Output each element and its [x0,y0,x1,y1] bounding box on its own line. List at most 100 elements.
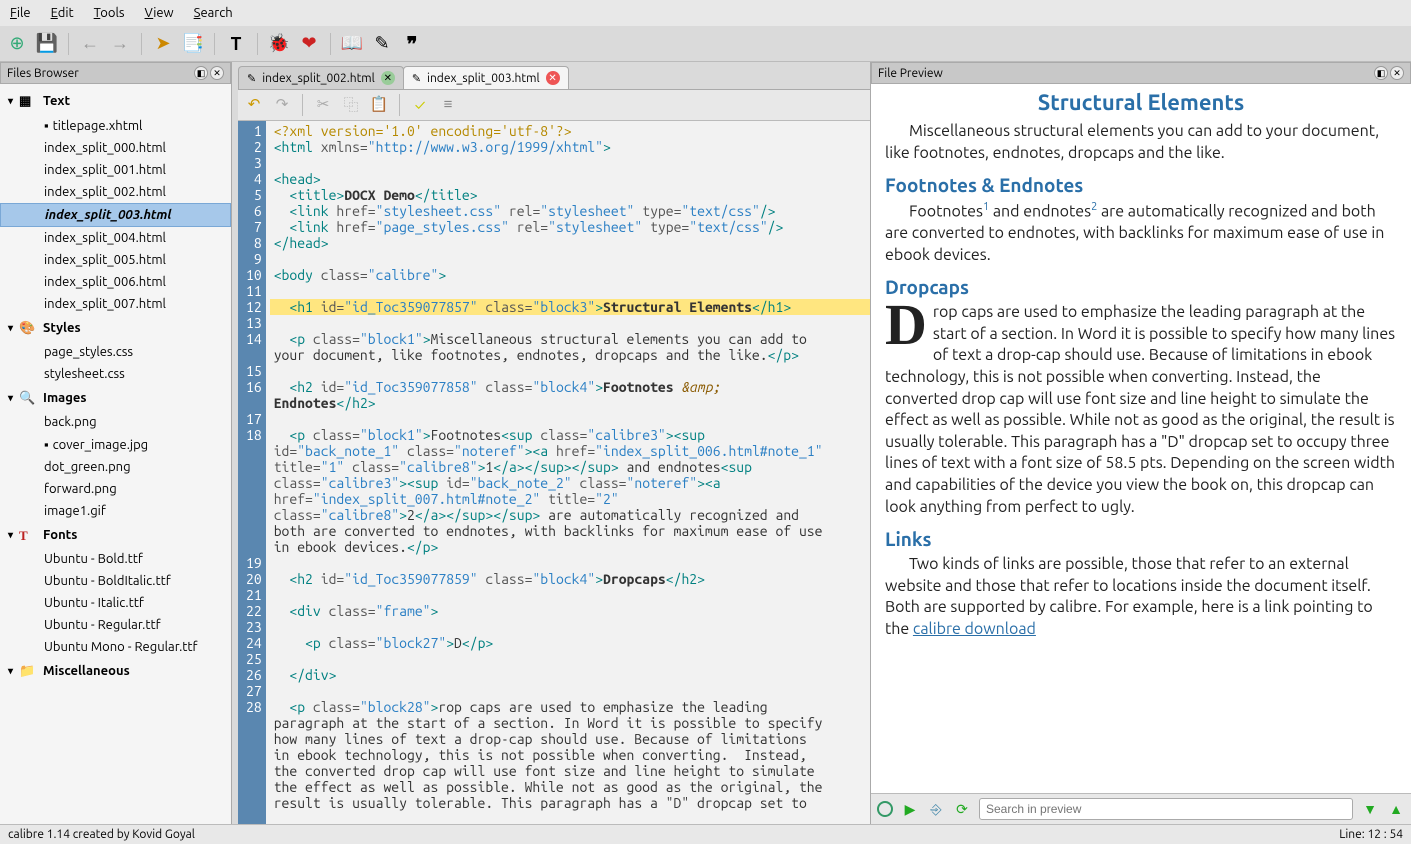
preview-viewport[interactable]: Structural Elements Miscellaneous struct… [871,84,1411,793]
file-label: back.png [44,415,97,429]
category-miscellaneous[interactable]: ▾📁Miscellaneous [0,658,231,684]
menu-file[interactable]: File [0,2,41,24]
file-label: cover_image.jpg [53,438,149,452]
tab-label: index_split_003.html [427,72,540,85]
preview-toolbar: ▶ ⎆ ⟳ ▼ ▲ [871,793,1411,824]
editor-tab[interactable]: ✎index_split_002.html✕ [238,66,404,89]
redo-icon[interactable]: ↷ [272,94,292,114]
category-images[interactable]: ▾🔍Images [0,385,231,411]
file-label: Ubuntu Mono - Regular.ttf [44,640,197,654]
menu-view[interactable]: View [135,2,184,24]
file-item[interactable]: index_split_006.html [0,271,231,293]
search-next-icon[interactable]: ▼ [1361,800,1379,818]
file-item[interactable]: index_split_004.html [0,227,231,249]
category-styles[interactable]: ▾🎨Styles [0,315,231,341]
cut-icon[interactable]: ✂ [313,94,333,114]
code-body[interactable]: <?xml version='1.0' encoding='utf-8'?><h… [266,121,870,824]
menu-search[interactable]: Search [184,2,243,24]
code-editor[interactable]: 1234567891011121314151617181920212223242… [238,121,870,824]
file-item[interactable]: stylesheet.css [0,363,231,385]
images-icon: 🔍 [19,391,37,405]
book-icon[interactable]: 📖 [341,33,363,55]
file-item[interactable]: dot_green.png [0,456,231,478]
panel-title-text: Files Browser [7,67,79,80]
forward-icon[interactable]: → [109,33,131,55]
save-icon[interactable]: 💾 [36,33,58,55]
editor-toolbar: ↶ ↷ ✂ ⿻ 📋 ✓ ≡ [238,90,870,121]
line-gutter: 1234567891011121314151617181920212223242… [238,121,266,824]
file-label: index_split_000.html [44,141,166,155]
close-panel-icon[interactable]: ✕ [1390,66,1404,80]
file-item[interactable]: back.png [0,411,231,433]
file-item[interactable]: index_split_007.html [0,293,231,315]
editor-tab[interactable]: ✎index_split_003.html✕ [403,66,569,89]
undock-icon[interactable]: ◧ [1374,66,1388,80]
wand-icon[interactable]: ✎ [371,33,393,55]
new-file-icon[interactable]: ⊕ [6,33,28,55]
file-item[interactable]: image1.gif [0,500,231,522]
copy-icon[interactable]: ⿻ [341,94,361,114]
toc-icon[interactable]: 📑 [182,33,204,55]
file-label: index_split_007.html [44,297,166,311]
file-item[interactable]: index_split_002.html [0,181,231,203]
back-icon[interactable]: ← [79,33,101,55]
file-label: titlepage.xhtml [53,119,143,133]
close-tab-icon[interactable]: ✕ [546,71,560,85]
file-item[interactable]: index_split_005.html [0,249,231,271]
file-item[interactable]: ▪cover_image.jpg [0,433,231,456]
file-label: index_split_001.html [44,163,166,177]
main-toolbar: ⊕ 💾 ← → ➤ 📑 T 🐞 ❤ 📖 ✎ ❞ [0,26,1411,62]
file-item[interactable]: index_split_000.html [0,137,231,159]
preview-h2: Footnotes & Endnotes [885,174,1397,196]
file-preview-title: File Preview ◧✕ [871,62,1411,84]
bug-icon[interactable]: 🐞 [268,33,290,55]
category-fonts[interactable]: ▾TFonts [0,522,231,548]
cursor-icon[interactable]: ➤ [152,33,174,55]
file-item[interactable]: page_styles.css [0,341,231,363]
files-browser-panel: Files Browser ◧✕ ▾▦Text ▪ titlepage.xhtml i… [0,62,232,824]
file-item[interactable]: Ubuntu - BoldItalic.ttf [0,570,231,592]
text-icon[interactable]: T [225,33,247,55]
list-icon[interactable]: ≡ [438,94,458,114]
editor-panel: ✎index_split_002.html✕✎index_split_003.h… [238,62,871,824]
file-item[interactable]: index_split_003.html [0,203,231,227]
search-prev-icon[interactable]: ▲ [1387,800,1405,818]
split-icon[interactable]: ⎆ [927,800,945,818]
quote-icon[interactable]: ❞ [401,33,423,55]
category-label: Text [43,94,70,108]
file-item[interactable]: Ubuntu - Bold.ttf [0,548,231,570]
highlight-icon[interactable]: ✓ [410,94,430,114]
preview-paragraph: Drop caps are used to emphasize the lead… [885,302,1397,518]
file-label: index_split_004.html [44,231,166,245]
file-item[interactable]: Ubuntu Mono - Regular.ttf [0,636,231,658]
panel-title-text: File Preview [878,67,943,80]
preview-link[interactable]: calibre download [913,620,1036,638]
undo-icon[interactable]: ↶ [244,94,264,114]
file-item[interactable]: forward.png [0,478,231,500]
reload-icon[interactable]: ⟳ [953,800,971,818]
preview-search-input[interactable] [979,798,1353,820]
close-tab-icon[interactable]: ✕ [381,71,395,85]
paste-icon[interactable]: 📋 [369,94,389,114]
file-item[interactable]: Ubuntu - Regular.ttf [0,614,231,636]
play-icon[interactable]: ▶ [901,800,919,818]
preview-paragraph: Two kinds of links are possible, those t… [885,554,1397,640]
files-browser-tree[interactable]: ▾▦Text ▪ titlepage.xhtml index_split_000.ht… [0,84,231,824]
files-browser-title: Files Browser ◧✕ [0,62,231,84]
heart-icon[interactable]: ❤ [298,33,320,55]
category-label: Images [43,391,86,405]
undock-icon[interactable]: ◧ [194,66,208,80]
file-label: forward.png [44,482,117,496]
file-label: Ubuntu - BoldItalic.ttf [44,574,171,588]
file-item[interactable]: ▪ titlepage.xhtml [0,114,231,137]
file-icon: ▪ [44,119,49,133]
preview-h2: Links [885,528,1397,550]
file-item[interactable]: Ubuntu - Italic.ttf [0,592,231,614]
menu-tools[interactable]: Tools [84,2,135,24]
file-label: Ubuntu - Italic.ttf [44,596,144,610]
close-panel-icon[interactable]: ✕ [210,66,224,80]
menu-edit[interactable]: Edit [41,2,84,24]
category-text[interactable]: ▾▦Text [0,88,231,114]
file-item[interactable]: index_split_001.html [0,159,231,181]
sync-icon[interactable] [877,801,893,817]
